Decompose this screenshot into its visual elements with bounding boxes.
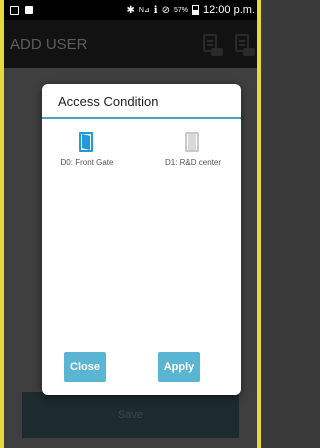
page-title: ADD USER bbox=[10, 35, 88, 53]
door-label: D1: R&D center bbox=[164, 158, 222, 167]
wifi-icon: ℹ bbox=[153, 4, 158, 16]
dnd-icon: ⊘ bbox=[161, 4, 170, 16]
dialog-divider bbox=[42, 117, 241, 119]
app-notification-icon bbox=[25, 6, 33, 14]
door-item-rd-center[interactable]: D1: R&D center bbox=[148, 132, 238, 167]
battery-icon bbox=[192, 5, 200, 15]
frame-right bbox=[257, 0, 261, 448]
door-closed-icon bbox=[185, 132, 201, 152]
access-condition-dialog: Access Condition D0: Front Gate D1: R&D … bbox=[42, 84, 241, 395]
app-bar: ADD USER bbox=[4, 20, 257, 68]
door-label: D0: Front Gate bbox=[60, 158, 114, 167]
dialog-title: Access Condition bbox=[58, 94, 159, 109]
battery-percent: 57% bbox=[174, 6, 189, 14]
document-add-icon[interactable] bbox=[233, 32, 255, 56]
save-button[interactable]: Save bbox=[22, 392, 239, 438]
bluetooth-icon: ✱ bbox=[126, 4, 135, 16]
clock: 12:00 p.m. bbox=[203, 4, 255, 16]
close-button[interactable]: Close bbox=[64, 352, 106, 382]
document-id-icon[interactable] bbox=[201, 32, 223, 56]
network-icon: N⊿ bbox=[138, 7, 150, 14]
notification-icon bbox=[10, 5, 19, 15]
status-bar: ✱ N⊿ ℹ ⊘ 57% 12:00 p.m. bbox=[4, 0, 257, 20]
door-item-front-gate[interactable]: D0: Front Gate bbox=[42, 132, 132, 167]
door-open-icon bbox=[79, 132, 95, 152]
apply-button[interactable]: Apply bbox=[158, 352, 200, 382]
